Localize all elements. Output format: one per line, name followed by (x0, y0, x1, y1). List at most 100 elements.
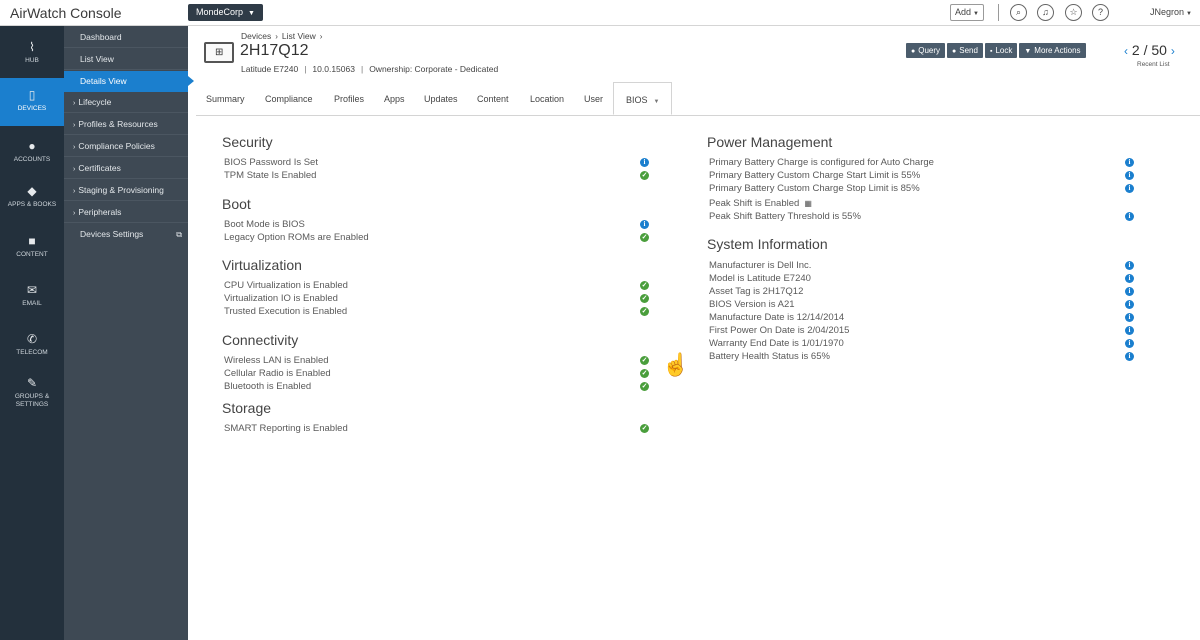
chevron-down-icon: ▼ (653, 99, 660, 105)
tab-updates[interactable]: Updates (424, 82, 458, 115)
top-bar: AirWatch Console MondeCorp ▼ Add ▼ ⌕ ♫ ☆ ?… (0, 0, 1200, 26)
nav-label: ACCOUNTS (13, 156, 51, 163)
tab-compliance[interactable]: Compliance (265, 82, 313, 115)
device-ownership: Ownership: Corporate - Dedicated (369, 64, 499, 74)
lock-button[interactable]: ▪ Lock (984, 43, 1018, 58)
section-title-security: Security (222, 134, 273, 150)
submenu-dashboard[interactable]: Dashboard (64, 27, 188, 48)
submenu-devices-settings[interactable]: Devices Settings ⧉ (64, 224, 188, 245)
nav-label: CONTENT (16, 251, 48, 258)
send-button[interactable]: ● Send (947, 43, 983, 58)
nav-accounts[interactable]: ● ACCOUNTS (0, 129, 64, 177)
submenu-label: Lifecycle (78, 97, 112, 107)
nav-email[interactable]: ✉ EMAIL (0, 273, 64, 321)
setting-text: Peak Shift is Enabled (709, 198, 800, 209)
info-icon[interactable]: i (640, 220, 649, 229)
chevron-right-icon: › (73, 210, 76, 217)
info-icon[interactable]: i (1125, 171, 1134, 180)
bios-setting-row: Asset Tag is 2H17Q12 (709, 286, 804, 297)
nav-label: DEVICES (17, 105, 47, 112)
add-button[interactable]: Add ▼ (950, 4, 984, 21)
document-icon: ■ (28, 234, 36, 248)
previous-icon[interactable]: ‹ (1124, 44, 1128, 58)
bios-setting-row: Boot Mode is BIOS (224, 219, 305, 230)
info-icon[interactable]: i (1125, 287, 1134, 296)
more-actions-button[interactable]: ▼ More Actions (1019, 43, 1086, 58)
info-icon[interactable]: i (640, 158, 649, 167)
info-icon[interactable]: i (1125, 184, 1134, 193)
breadcrumb-list-view[interactable]: List View (282, 31, 316, 41)
send-label: Send (959, 46, 978, 55)
info-icon[interactable]: i (1125, 326, 1134, 335)
tab-location[interactable]: Location (530, 82, 564, 115)
submenu-staging-provisioning[interactable]: › Staging & Provisioning (64, 180, 188, 201)
app-title: AirWatch Console (10, 5, 122, 21)
organization-label: MondeCorp (196, 7, 244, 17)
chevron-down-icon: ▼ (248, 10, 255, 17)
submenu-label: Devices Settings (80, 229, 144, 239)
tab-user[interactable]: User (584, 82, 603, 115)
pager-current: 2 (1131, 42, 1140, 58)
help-icon[interactable]: ? (1092, 4, 1109, 21)
submenu-lifecycle[interactable]: › Lifecycle (64, 92, 188, 113)
recent-list-link[interactable]: Recent List (1137, 61, 1170, 68)
info-icon[interactable]: i (1125, 300, 1134, 309)
info-icon[interactable]: i (1125, 339, 1134, 348)
tab-bios-label: BIOS (626, 95, 648, 105)
users-icon: ● (28, 139, 36, 153)
breadcrumb-devices[interactable]: Devices (241, 31, 271, 41)
nav-devices[interactable]: ▯ DEVICES (0, 78, 64, 126)
bell-icon[interactable]: ♫ (1037, 4, 1054, 21)
star-icon[interactable]: ☆ (1065, 4, 1082, 21)
query-button[interactable]: ● Query (906, 43, 946, 58)
nav-hub[interactable]: ⌇ HUB (0, 30, 64, 78)
query-label: Query (918, 46, 941, 55)
nav-content[interactable]: ■ CONTENT (0, 224, 64, 272)
bios-setting-row: Wireless LAN is Enabled (224, 355, 329, 366)
bios-setting-row: Bluetooth is Enabled (224, 381, 312, 392)
nav-telecom[interactable]: ✆ TELECOM (0, 322, 64, 370)
envelope-icon: ✉ (26, 283, 38, 297)
nav-label: GROUPS & SETTINGS (14, 393, 50, 408)
tab-apps[interactable]: Apps (384, 82, 405, 115)
submenu-profiles-resources[interactable]: › Profiles & Resources (64, 114, 188, 135)
info-icon[interactable]: i (1125, 158, 1134, 167)
windows-device-icon: ⊞ (204, 42, 234, 63)
info-icon[interactable]: i (1125, 261, 1134, 270)
pulse-icon: ⌇ (29, 40, 35, 54)
info-icon[interactable]: i (1125, 212, 1134, 221)
next-icon[interactable]: › (1171, 44, 1175, 58)
submenu-list-view[interactable]: List View (64, 49, 188, 70)
tab-profiles[interactable]: Profiles (334, 82, 364, 115)
bios-setting-row: Warranty End Date is 1/01/1970 (709, 338, 844, 349)
submenu-peripherals[interactable]: › Peripherals (64, 202, 188, 223)
device-actions: ● Query ● Send ▪ Lock ▼ More Actions (906, 43, 1086, 58)
nav-apps-books[interactable]: ◆ APPS & BOOKS (0, 174, 64, 222)
tab-bios[interactable]: BIOS ▼ (613, 82, 673, 115)
search-icon[interactable]: ⌕ (1010, 4, 1027, 21)
bios-setting-row: Legacy Option ROMs are Enabled (224, 232, 369, 243)
info-icon[interactable]: i (1125, 313, 1134, 322)
device-meta: Latitude E7240 | 10.0.15063 | Ownership: Cor… (241, 64, 498, 74)
check-icon: ✓ (640, 424, 649, 433)
check-icon: ✓ (640, 233, 649, 242)
tab-content[interactable]: Content (477, 82, 509, 115)
message-icon: ● (952, 48, 957, 55)
info-icon[interactable]: i (1125, 274, 1134, 283)
submenu-details-view[interactable]: Details View (64, 71, 194, 92)
submenu-certificates[interactable]: › Certificates (64, 158, 188, 179)
check-icon: ✓ (640, 369, 649, 378)
calendar-icon[interactable]: ▦ (804, 199, 812, 208)
pager-separator: / (1143, 42, 1148, 58)
add-label: Add (955, 7, 972, 17)
info-icon[interactable]: i (1125, 352, 1134, 361)
device-model: Latitude E7240 (241, 64, 299, 74)
section-title-boot: Boot (222, 196, 251, 212)
user-menu[interactable]: JNegron ▼ (1150, 7, 1192, 17)
tab-summary[interactable]: Summary (206, 82, 245, 115)
devices-submenu: Dashboard List View Details View › Lifecy… (64, 26, 194, 640)
organization-dropdown[interactable]: MondeCorp ▼ (188, 4, 263, 21)
nav-groups-settings[interactable]: ✎ GROUPS & SETTINGS (0, 366, 64, 422)
submenu-compliance-policies[interactable]: › Compliance Policies (64, 136, 188, 157)
nav-label: TELECOM (16, 349, 48, 356)
